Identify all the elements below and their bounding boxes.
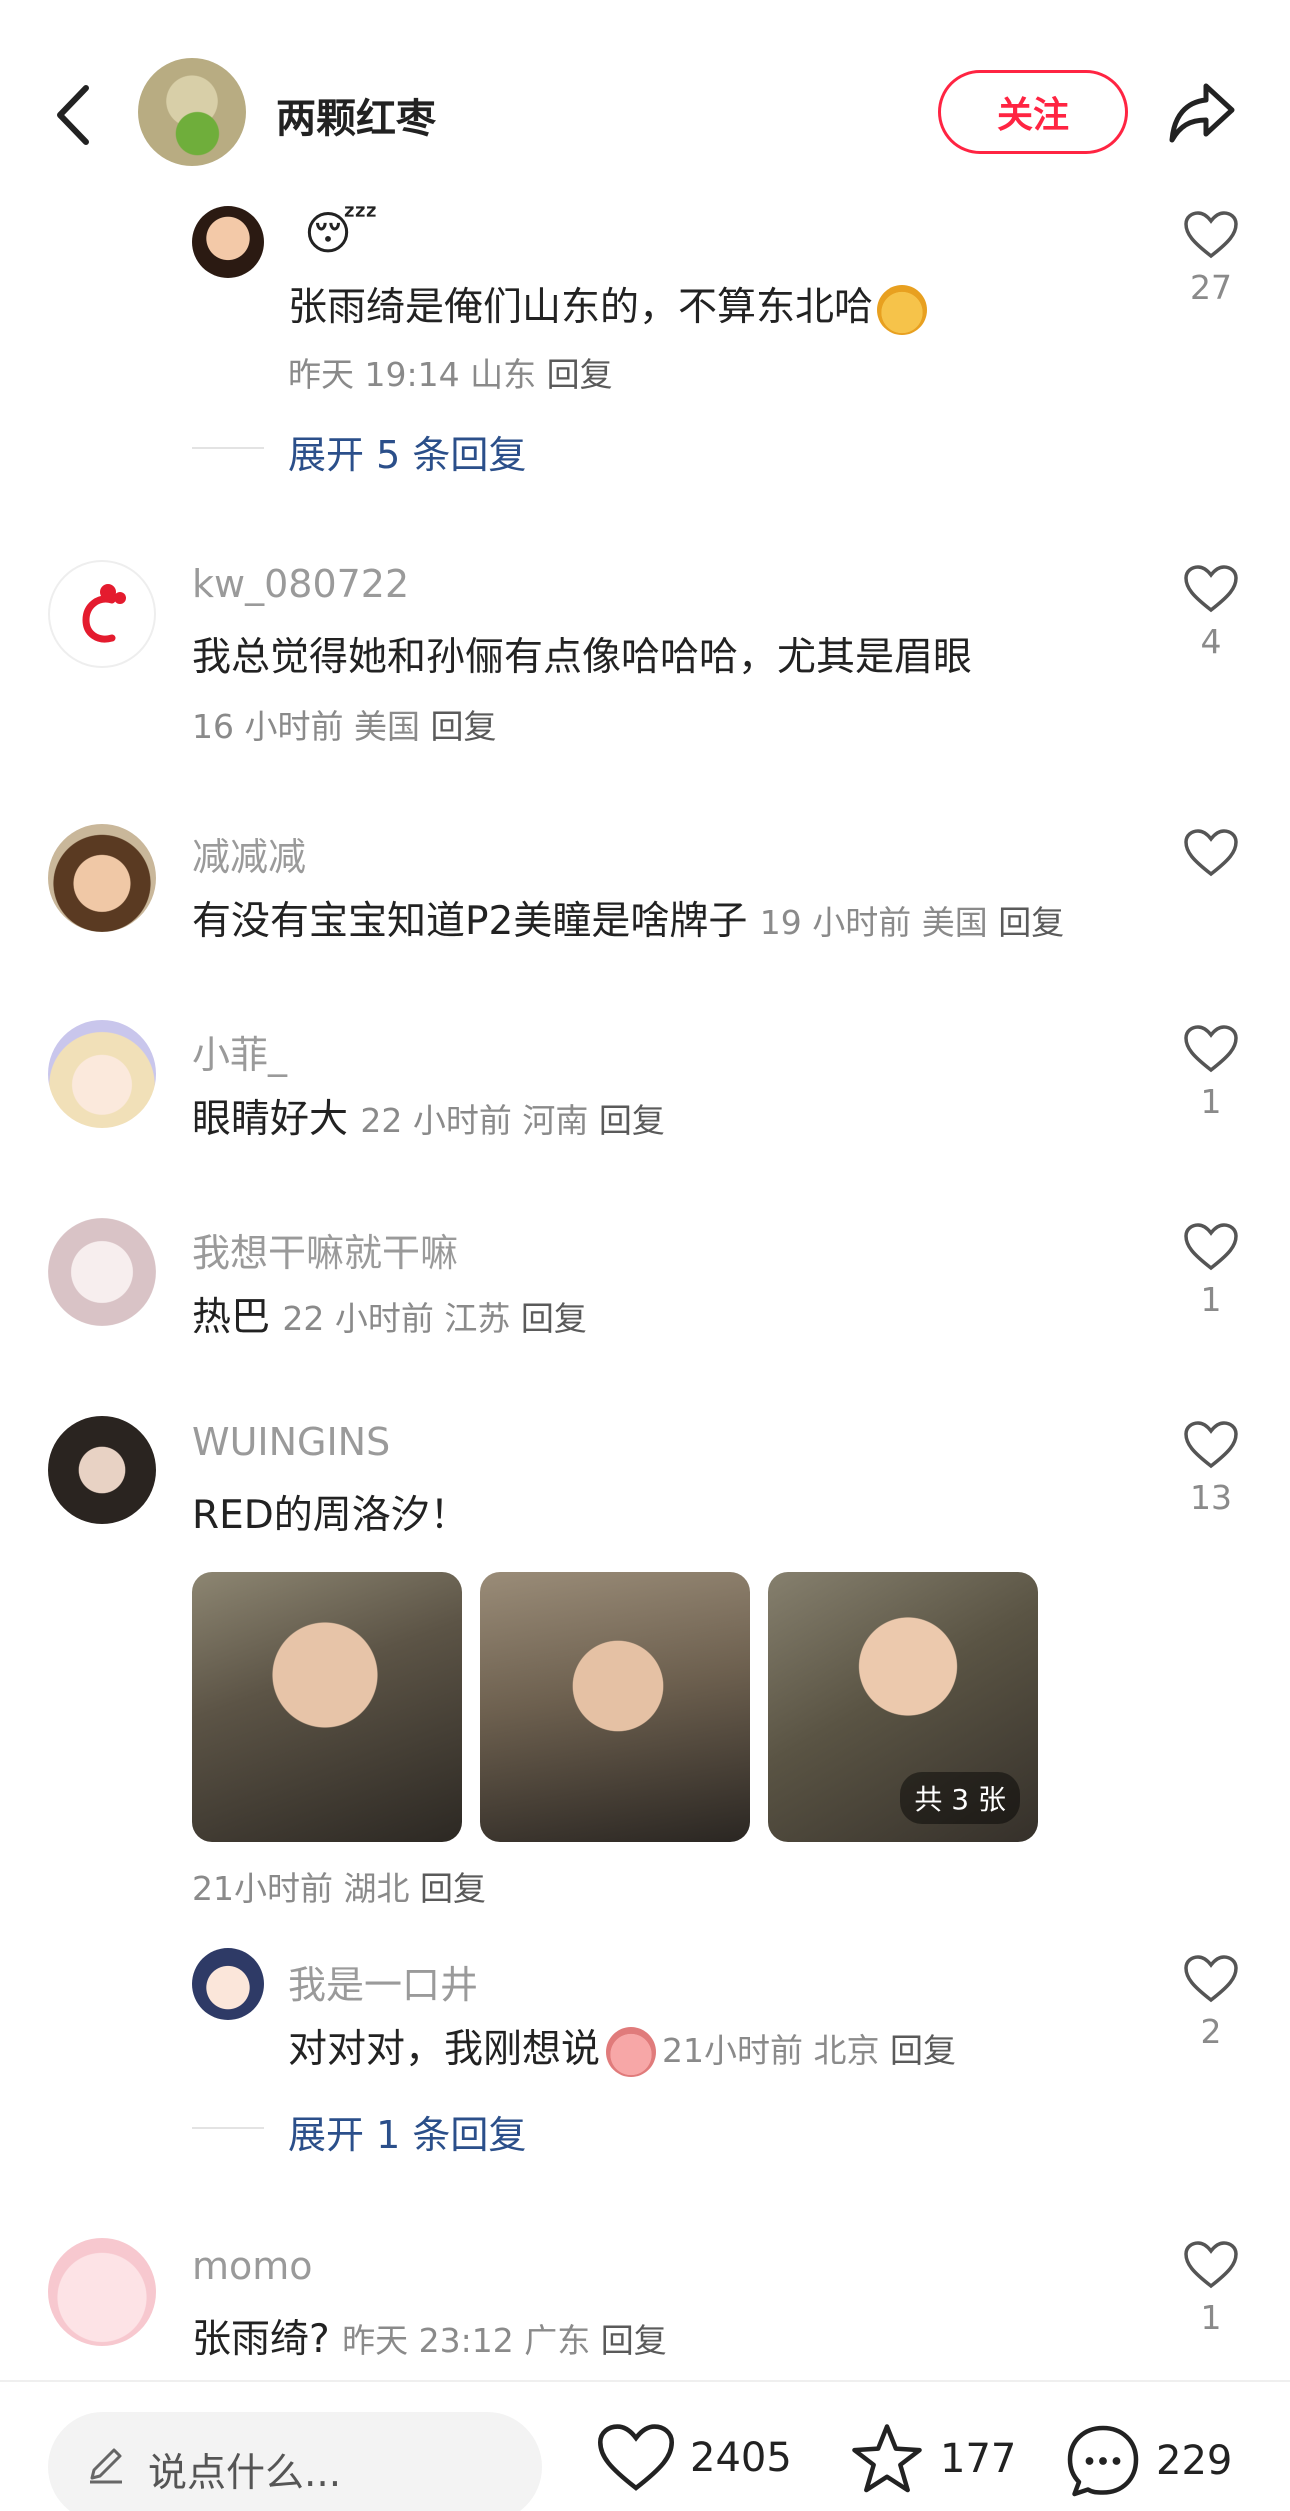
- reply-link[interactable]: 回复: [890, 2031, 956, 2070]
- comment-text: 眼睛好大 22 小时前 河南 回复: [192, 1097, 665, 1142]
- heart-icon: [1184, 1025, 1238, 1073]
- like-button[interactable]: [1176, 828, 1246, 878]
- emoji-face-icon: [877, 284, 928, 335]
- star-post-button[interactable]: 177: [848, 2422, 1016, 2496]
- comment-text: RED的周洛汐！: [192, 1493, 469, 1538]
- comment-meta: 19 小时前 美国 回复: [759, 903, 1065, 942]
- heart-icon: [1184, 829, 1238, 877]
- like-count: 13: [1190, 1478, 1232, 1517]
- like-count: 1: [1200, 1280, 1222, 1319]
- reply-link[interactable]: 回复: [430, 707, 496, 746]
- author-name[interactable]: 两颗红枣: [276, 86, 436, 144]
- comment-meta: 21小时前 湖北 回复: [192, 1869, 486, 1908]
- like-button[interactable]: 1: [1176, 1024, 1246, 1121]
- emoji-sleepy: 😴: [304, 206, 378, 260]
- post-comment-count: 229: [1156, 2438, 1233, 2484]
- like-count: 1: [1200, 1082, 1222, 1121]
- like-button[interactable]: 2: [1176, 1954, 1246, 2051]
- heart-icon: [1184, 565, 1238, 613]
- comment-input[interactable]: 说点什么...: [48, 2412, 542, 2511]
- image-count-badge: 共 3 张: [900, 1772, 1020, 1824]
- expand-replies-link[interactable]: 展开 5 条回复: [288, 424, 526, 479]
- divider-line: [192, 447, 264, 449]
- comment-input-placeholder: 说点什么...: [148, 2451, 342, 2496]
- post-like-count: 2405: [690, 2435, 792, 2481]
- share-icon[interactable]: [1166, 76, 1238, 148]
- heart-icon: [1184, 1955, 1238, 2003]
- heart-icon: [1184, 1223, 1238, 1271]
- comment-text: 张雨绮是俺们山东的，不算东北哈: [288, 276, 928, 335]
- comment-bubble-icon: [1067, 2425, 1139, 2497]
- like-button[interactable]: 1: [1176, 2240, 1246, 2337]
- reply-link[interactable]: 回复: [521, 1299, 587, 1338]
- comment-text: 对对对，我刚想说 21小时前 北京 回复: [288, 2018, 956, 2077]
- comment-username[interactable]: kw_080722: [192, 562, 409, 606]
- comment-post-button[interactable]: 229: [1064, 2422, 1232, 2500]
- comment-avatar[interactable]: [48, 1416, 156, 1524]
- comment-meta: 21小时前 北京 回复: [662, 2031, 957, 2070]
- comment-username[interactable]: 减减减: [192, 826, 306, 881]
- like-count: 27: [1190, 268, 1232, 307]
- like-count: 2: [1200, 2012, 1222, 2051]
- comment-text: 我总觉得她和孙俪有点像哈哈哈，尤其是眉眼: [192, 635, 973, 680]
- bottom-action-bar: 说点什么... 2405 177 229: [0, 2380, 1290, 2511]
- like-count: 4: [1200, 622, 1222, 661]
- reply-link[interactable]: 回复: [599, 1101, 665, 1140]
- comment-username[interactable]: 我是一口井: [288, 1954, 478, 2009]
- follow-button[interactable]: 关注: [938, 70, 1128, 154]
- comment-username[interactable]: WUINGINS: [192, 1420, 390, 1464]
- like-button[interactable]: 13: [1176, 1420, 1246, 1517]
- heart-icon: [597, 2424, 675, 2491]
- author-avatar[interactable]: [138, 58, 246, 166]
- comment-username[interactable]: 我想干嘛就干嘛: [192, 1222, 458, 1277]
- comment-image[interactable]: 共 3 张: [768, 1572, 1038, 1842]
- post-star-count: 177: [940, 2436, 1017, 2482]
- comment-username[interactable]: 小菲_: [192, 1024, 287, 1079]
- comment-avatar[interactable]: [48, 2238, 156, 2346]
- pencil-icon: [84, 2442, 128, 2490]
- comment-meta: 昨天 19:14 山东 回复: [288, 355, 613, 394]
- reply-link[interactable]: 回复: [420, 1869, 486, 1908]
- reply-link[interactable]: 回复: [998, 903, 1064, 942]
- star-icon: [852, 2424, 922, 2493]
- comment-avatar[interactable]: [48, 1218, 156, 1326]
- back-arrow-icon[interactable]: [48, 80, 108, 150]
- reply-link[interactable]: 回复: [601, 2321, 667, 2360]
- comment-text: 有没有宝宝知道P2美瞳是啥牌子 19 小时前 美国 回复: [192, 899, 1065, 944]
- comment-text: 热巴 22 小时前 江苏 回复: [192, 1295, 587, 1340]
- expand-replies-link[interactable]: 展开 1 条回复: [288, 2104, 526, 2159]
- like-count: 1: [1200, 2298, 1222, 2337]
- comment-avatar[interactable]: [48, 560, 156, 668]
- comment-meta: 22 小时前 河南 回复: [360, 1101, 665, 1140]
- like-button[interactable]: 1: [1176, 1222, 1246, 1319]
- comment-image[interactable]: [480, 1572, 750, 1842]
- heart-icon: [1184, 1421, 1238, 1469]
- reply-link[interactable]: 回复: [547, 355, 613, 394]
- comment-avatar[interactable]: [192, 206, 264, 278]
- heart-icon: [1184, 211, 1238, 259]
- comment-meta: 22 小时前 江苏 回复: [282, 1299, 587, 1338]
- comment-avatar[interactable]: [192, 1948, 264, 2020]
- emoji-face-icon: [606, 2026, 657, 2077]
- like-button[interactable]: 27: [1176, 210, 1246, 307]
- comment-meta: 昨天 23:12 广东 回复: [342, 2321, 667, 2360]
- comment-avatar[interactable]: [48, 1020, 156, 1128]
- comment-username[interactable]: momo: [192, 2244, 313, 2288]
- heart-icon: [1184, 2241, 1238, 2289]
- comment-meta: 16 小时前 美国 回复: [192, 707, 497, 746]
- like-post-button[interactable]: 2405: [596, 2422, 792, 2494]
- comment-image[interactable]: [192, 1572, 462, 1842]
- comment-avatar[interactable]: [48, 824, 156, 932]
- divider-line: [192, 2127, 264, 2129]
- comment-text: 张雨绮? 昨天 23:12 广东 回复: [192, 2317, 667, 2362]
- top-nav-bar: 两颗红枣 关注: [0, 0, 1290, 200]
- like-button[interactable]: 4: [1176, 564, 1246, 661]
